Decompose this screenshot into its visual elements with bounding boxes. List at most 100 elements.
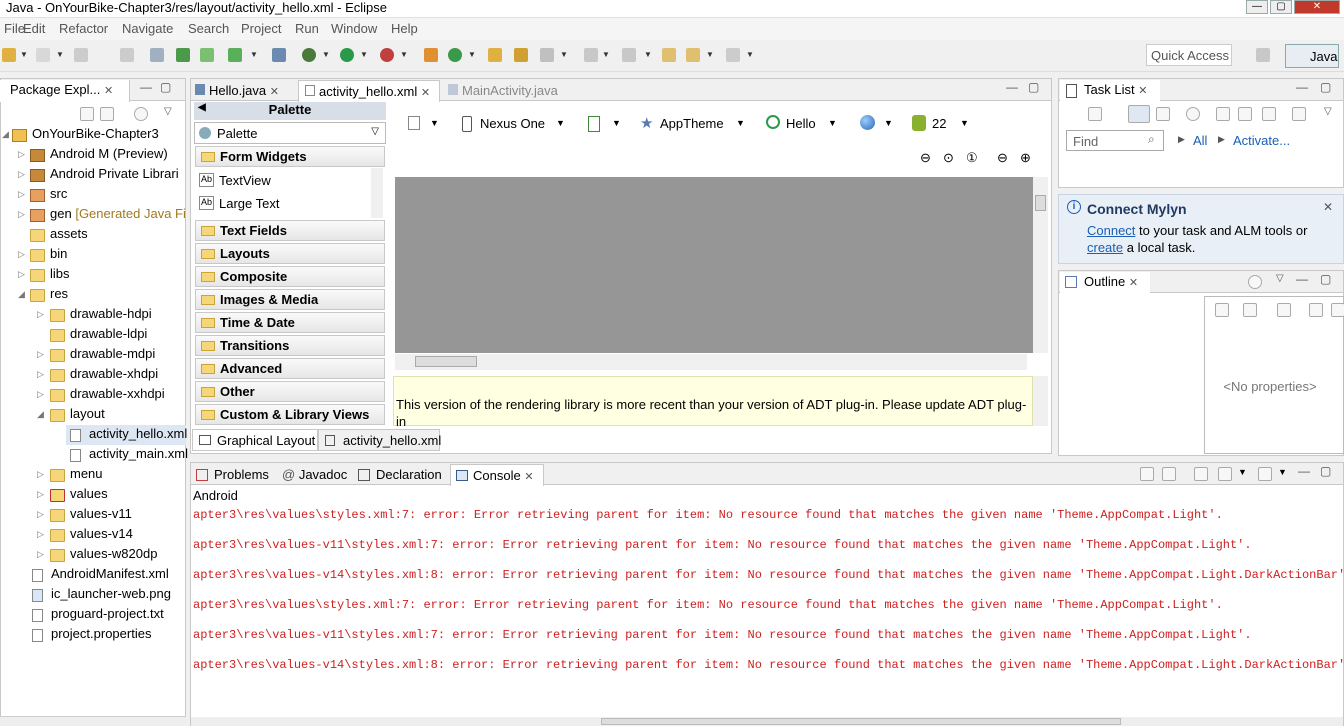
expand-arrow-icon[interactable]: ▷ [37,549,44,560]
save-icon[interactable] [36,48,50,62]
widget-textview[interactable]: TextView [219,173,271,188]
tree-item[interactable]: gen [Generated Java Fi [50,204,186,224]
tab-activity-hello-xml[interactable]: activity_hello.xml ✕ [298,80,440,102]
tree-item[interactable]: values-w820dp [70,544,157,564]
minimize-icon[interactable]: — [140,80,152,94]
debug-icon[interactable] [302,48,316,62]
print-icon[interactable] [120,48,134,62]
close-icon[interactable]: ✕ [1323,200,1333,214]
connect-link[interactable]: Connect [1087,223,1135,238]
clear-console-icon[interactable] [1140,467,1154,481]
activate-task-link[interactable]: Activate... [1233,133,1290,148]
new-icon[interactable] [2,48,16,62]
new-android-project-icon[interactable] [272,48,286,62]
expand-arrow-icon[interactable]: ▷ [37,349,44,360]
tree-item[interactable]: layout [70,404,105,424]
horizontal-scrollbar[interactable] [0,716,186,726]
chevron-down-icon[interactable]: ▼ [400,50,408,59]
menu-search[interactable]: Search [188,21,229,36]
close-icon[interactable]: ✕ [104,85,113,97]
palette-group[interactable]: Advanced [195,358,385,379]
config-icon[interactable] [408,116,420,130]
palette-group[interactable]: Images & Media [195,289,385,310]
canvas-vertical-scrollbar[interactable] [1033,177,1048,353]
minimize-icon[interactable]: — [1006,80,1018,94]
palette-group[interactable]: Layouts [195,243,385,264]
show-advanced-icon[interactable] [1277,303,1291,317]
chevron-down-icon[interactable]: ▼ [56,50,64,59]
last-edit-icon[interactable] [662,48,676,62]
annotation-prev-icon[interactable] [622,48,636,62]
expand-arrow-icon[interactable]: ▷ [37,529,44,540]
orientation-icon[interactable] [588,116,600,132]
console-output[interactable]: apter3\res\values\styles.xml:7: error: E… [191,505,1343,717]
maximize-icon[interactable]: ▢ [1028,80,1039,94]
expand-arrow-icon[interactable]: ▷ [37,489,44,500]
minimize-icon[interactable]: — [1296,272,1308,286]
device-selector[interactable]: Nexus One [480,116,545,131]
palette-dropdown[interactable]: Palette ▽ [194,122,386,144]
tree-item[interactable]: drawable-ldpi [70,324,147,344]
palette-group[interactable]: Transitions [195,335,385,356]
save-all-icon[interactable] [74,48,88,62]
zoom-fit-icon[interactable]: ⊙ [943,150,954,166]
lint-icon[interactable] [228,48,242,62]
zoom-in-icon[interactable]: ⊕ [1020,150,1031,166]
sort-alpha-icon[interactable] [1243,303,1257,317]
console-horizontal-scrollbar[interactable] [191,717,1343,726]
expand-arrow-icon[interactable]: ▷ [18,209,25,220]
minimize-icon[interactable]: — [1296,80,1308,94]
tree-item[interactable]: proguard-project.txt [51,604,164,624]
new-package-icon[interactable] [424,48,438,62]
pin-console-icon[interactable] [1194,467,1208,481]
tree-project[interactable]: OnYourBike-Chapter3 [32,124,159,144]
tab-hello-java[interactable]: Hello.java ✕ [195,80,279,102]
tree-item[interactable]: src [50,184,67,204]
chevron-down-icon[interactable]: ▼ [560,50,568,59]
tree-item[interactable]: AndroidManifest.xml [51,564,169,584]
close-icon[interactable]: ✕ [1138,85,1147,97]
palette-scrollbar[interactable] [371,168,383,218]
forward-icon[interactable] [726,48,740,62]
collapse-all-icon[interactable] [1331,303,1344,317]
view-menu-icon[interactable]: ▽ [1276,273,1284,284]
collapse-palette-icon[interactable]: ◀ [198,102,206,113]
open-perspective-icon[interactable] [1256,48,1270,62]
tree-item[interactable]: drawable-xhdpi [70,364,158,384]
new-class-icon[interactable] [448,48,462,62]
tree-item[interactable]: project.properties [51,624,151,644]
canvas-horizontal-scrollbar[interactable] [395,354,1027,370]
tree-item[interactable]: drawable-hdpi [70,304,152,324]
expand-arrow-icon[interactable]: ▷ [37,469,44,480]
expand-arrow-icon[interactable]: ▷ [18,169,25,180]
palette-group[interactable]: Time & Date [195,312,385,333]
menu-help[interactable]: Help [391,21,418,36]
tree-item[interactable]: activity_hello.xml [89,424,187,444]
expand-arrow-icon[interactable]: ▷ [37,309,44,320]
activity-selector[interactable]: Hello [786,116,816,131]
collapse-all-icon[interactable] [1262,107,1276,121]
chevron-down-icon[interactable]: ▼ [20,50,28,59]
scroll-thumb[interactable] [601,718,1121,725]
palette-header[interactable]: ◀ Palette [194,102,386,120]
open-task-icon[interactable] [514,48,528,62]
tree-item[interactable]: values-v14 [70,524,133,544]
palette-group[interactable]: Other [195,381,385,402]
widget-large-text[interactable]: Large Text [219,196,279,211]
collapse-all-icon[interactable] [80,107,94,121]
synchronize-icon[interactable] [1238,107,1252,121]
tree-item[interactable]: libs [50,264,70,284]
theme-selector[interactable]: AppTheme [660,116,724,131]
maximize-icon[interactable]: ▢ [1320,272,1331,286]
open-type-icon[interactable] [488,48,502,62]
chevron-down-icon[interactable]: ▼ [746,50,754,59]
tab-mainactivity-java[interactable]: MainActivity.java [448,80,558,102]
zoom-minus-icon[interactable]: ⊖ [997,150,1008,166]
external-tools-icon[interactable] [380,48,394,62]
minimize-icon[interactable]: — [1298,464,1310,478]
scroll-lock-icon[interactable] [1162,467,1176,481]
chevron-down-icon[interactable]: ▼ [430,118,439,128]
warning-scrollbar[interactable] [1033,376,1048,426]
link-with-editor-icon[interactable] [100,107,114,121]
link-icon[interactable] [150,48,164,62]
